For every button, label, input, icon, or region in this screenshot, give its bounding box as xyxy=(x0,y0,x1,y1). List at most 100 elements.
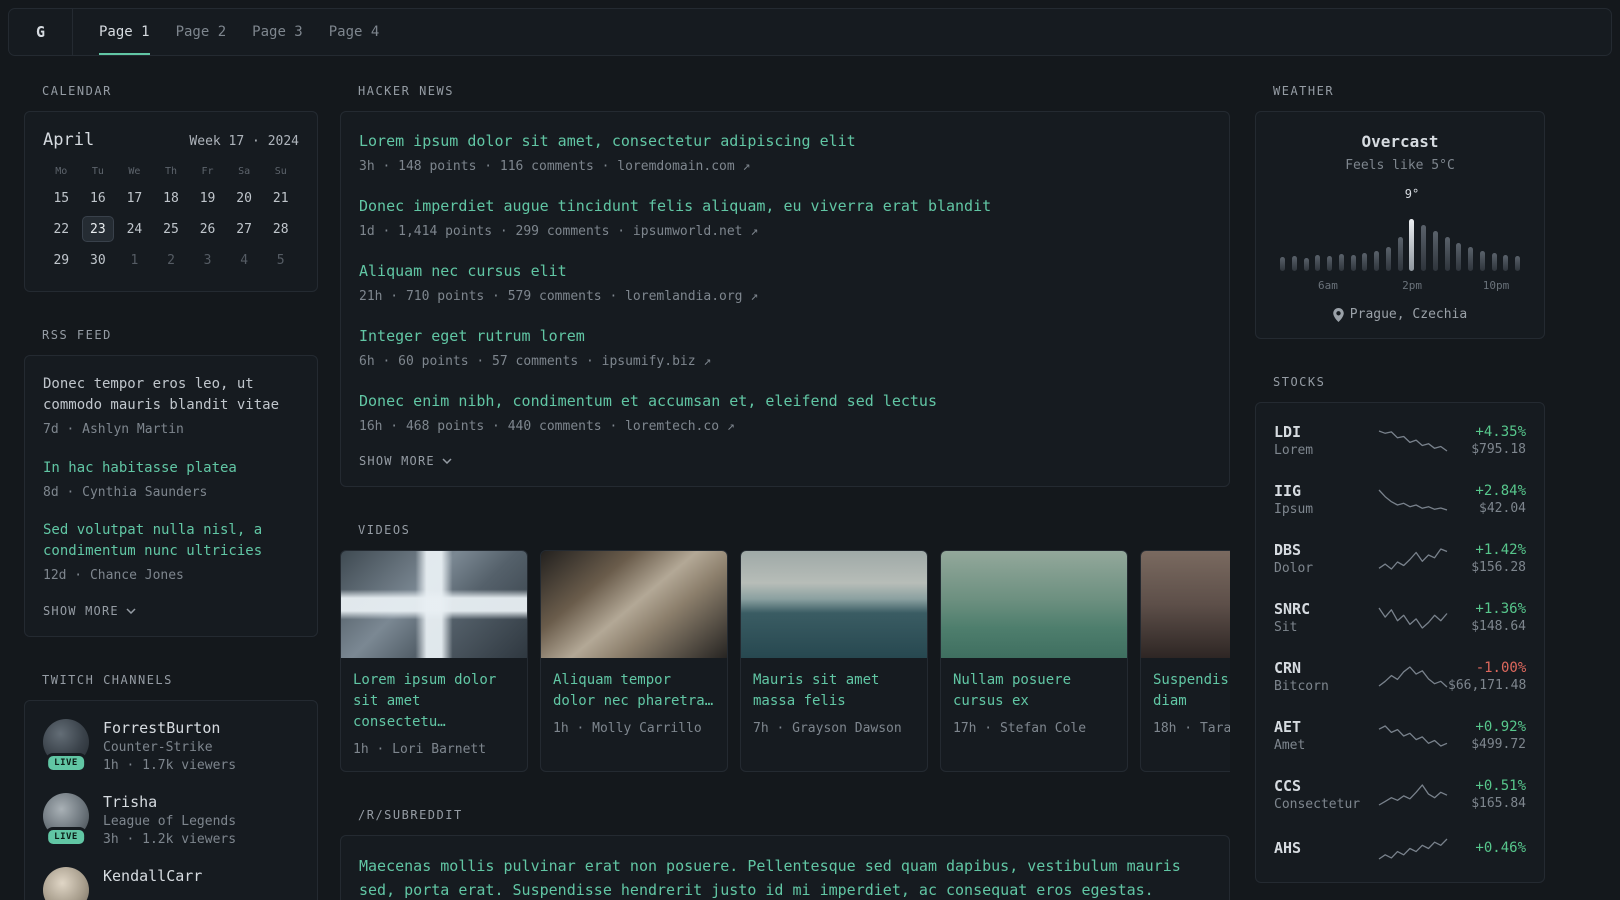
rss-item-title[interactable]: Sed volutpat nulla nisl, a condimentum n… xyxy=(43,520,299,562)
hackernews-list: Lorem ipsum dolor sit amet, consectetur … xyxy=(359,130,1211,436)
stock-symbol: AHS xyxy=(1274,839,1302,857)
subreddit-card: Maecenas mollis pulvinar erat non posuer… xyxy=(340,835,1230,900)
weather-bar xyxy=(1362,253,1368,271)
stock-values: +2.84% $42.04 xyxy=(1448,483,1526,516)
calendar-day: 26 xyxy=(199,221,216,237)
video-card[interactable]: Lorem ipsum dolor sit amet consectetu… 1… xyxy=(340,550,528,772)
hackernews-item: Donec imperdiet augue tincidunt felis al… xyxy=(359,195,1211,241)
logo[interactable]: G xyxy=(9,9,73,55)
stock-sparkline xyxy=(1378,664,1448,690)
videos-row: Lorem ipsum dolor sit amet consectetu… 1… xyxy=(340,550,1230,772)
hackernews-item-title[interactable]: Donec imperdiet augue tincidunt felis al… xyxy=(359,195,1211,218)
hackernews-item: Aliquam nec cursus elit 21h · 710 points… xyxy=(359,260,1211,306)
video-title[interactable]: Lorem ipsum dolor sit amet consectetu… xyxy=(353,670,515,733)
weather-time-labels: 6am 2pm 10pm xyxy=(1274,279,1526,293)
stock-row[interactable]: LDI Lorem +4.35% $795.18 xyxy=(1274,411,1526,470)
stock-id: AET Amet xyxy=(1274,718,1378,753)
video-card[interactable]: Suspendisse diam 18h · Tara xyxy=(1140,550,1230,772)
weather-condition: Overcast xyxy=(1361,132,1439,151)
hackernews-item-title[interactable]: Lorem ipsum dolor sit amet, consectetur … xyxy=(359,130,1211,153)
channel-name[interactable]: Trisha xyxy=(103,793,236,811)
video-title[interactable]: Aliquam tempor dolor nec pharetra… xyxy=(553,670,715,712)
stock-id: SNRC Sit xyxy=(1274,600,1378,635)
twitch-channel[interactable]: LIVE Trisha League of Legends 3h · 1.2k … xyxy=(43,792,299,847)
subreddit-post-title[interactable]: Maecenas mollis pulvinar erat non posuer… xyxy=(359,854,1211,900)
live-badge: LIVE xyxy=(45,826,87,847)
stock-row[interactable]: SNRC Sit +1.36% $148.64 xyxy=(1274,588,1526,647)
rss-show-more-button[interactable]: SHOW MORE xyxy=(43,604,136,618)
rss-item-title[interactable]: In hac habitasse platea xyxy=(43,458,299,479)
weather-card: Overcast Feels like 5°C 9° 6am 2pm 10pm Pr… xyxy=(1255,111,1545,339)
calendar-day: 22 xyxy=(53,221,70,237)
stock-row[interactable]: CCS Consectetur +0.51% $165.84 xyxy=(1274,765,1526,824)
video-title[interactable]: Mauris sit amet massa felis xyxy=(753,670,915,712)
nav-tab[interactable]: Page 4 xyxy=(329,9,380,55)
stock-row[interactable]: DBS Dolor +1.42% $156.28 xyxy=(1274,529,1526,588)
subreddit-widget: /R/SUBREDDIT Maecenas mollis pulvinar er… xyxy=(340,808,1230,900)
location-pin-icon xyxy=(1333,307,1344,322)
calendar-day-grid: 15 16 17 18 19 20 21 22 23 24 25 26 27 28 29 30 1 2 3 4 5 xyxy=(43,185,299,273)
stock-sparkline xyxy=(1378,487,1448,513)
stock-row[interactable]: CRN Bitcorn -1.00% $66,171.48 xyxy=(1274,647,1526,706)
video-thumbnail[interactable] xyxy=(341,551,527,658)
weather-bar xyxy=(1303,258,1309,271)
weather-highlight-label: 9° xyxy=(1404,187,1420,201)
stock-values: +1.36% $148.64 xyxy=(1448,601,1526,634)
stock-name: Amet xyxy=(1274,738,1306,753)
calendar-weekday: Tu xyxy=(91,166,104,177)
stock-row[interactable]: IIG Ipsum +2.84% $42.04 xyxy=(1274,470,1526,529)
stock-name: Consectetur xyxy=(1274,797,1361,812)
stock-sparkline xyxy=(1378,836,1448,862)
rss-widget: RSS FEED Donec tempor eros leo, ut commo… xyxy=(24,328,318,637)
top-bar: G Page 1 Page 2 Page 3 Page 4 xyxy=(8,8,1612,56)
nav-tab[interactable]: Page 2 xyxy=(176,9,227,55)
video-thumbnail[interactable] xyxy=(741,551,927,658)
stock-row[interactable]: AET Amet +0.92% $499.72 xyxy=(1274,706,1526,765)
nav-tab[interactable]: Page 3 xyxy=(252,9,303,55)
video-thumbnail[interactable] xyxy=(541,551,727,658)
calendar-day: 27 xyxy=(236,221,252,237)
hackernews-item-title[interactable]: Donec enim nibh, condimentum et accumsan… xyxy=(359,390,1211,413)
video-thumbnail[interactable] xyxy=(941,551,1127,658)
nav-tab[interactable]: Page 1 xyxy=(99,9,150,55)
weather-bar xyxy=(1444,237,1450,271)
live-badge: LIVE xyxy=(45,752,87,773)
stock-values: +1.42% $156.28 xyxy=(1448,542,1526,575)
stock-change: +1.42% xyxy=(1475,542,1526,558)
calendar-weekday: Fr xyxy=(201,166,214,177)
calendar-weekday-row: Mo Tu We Th Fr Sa Su xyxy=(43,166,299,177)
channel-name[interactable]: ForrestBurton xyxy=(103,719,236,737)
hackernews-show-more-button[interactable]: SHOW MORE xyxy=(359,454,452,468)
stock-sparkline xyxy=(1378,605,1448,631)
video-thumbnail[interactable] xyxy=(1141,551,1230,658)
rss-list: Donec tempor eros leo, ut commodo mauris… xyxy=(43,374,299,586)
weather-feels-like: Feels like 5°C xyxy=(1345,158,1455,173)
video-title[interactable]: Suspendisse diam xyxy=(1153,670,1230,712)
videos-section-title: VIDEOS xyxy=(358,523,411,537)
hackernews-item-title[interactable]: Integer eget rutrum lorem xyxy=(359,325,1211,348)
video-card[interactable]: Mauris sit amet massa felis 7h · Grayson… xyxy=(740,550,928,772)
calendar-widget: CALENDAR April Week 17 · 2024 Mo Tu We Th Fr… xyxy=(24,84,318,292)
stock-values: +0.92% $499.72 xyxy=(1448,719,1526,752)
twitch-card: LIVE ForrestBurton Counter-Strike 1h · 1… xyxy=(24,699,318,900)
hackernews-item-meta: 16h · 468 points · 440 comments · loremt… xyxy=(359,418,735,434)
channel-name[interactable]: KendallCarr xyxy=(103,867,202,885)
twitch-channel[interactable]: LIVE ForrestBurton Counter-Strike 1h · 1… xyxy=(43,718,299,773)
weather-bar xyxy=(1338,254,1344,271)
hackernews-item-title[interactable]: Aliquam nec cursus elit xyxy=(359,260,1211,283)
calendar-day: 28 xyxy=(272,221,289,237)
stock-row[interactable]: AHS +0.46% xyxy=(1274,824,1526,874)
calendar-day: 29 xyxy=(53,252,70,268)
video-meta: 1h · Lori Barnett xyxy=(353,742,487,757)
twitch-channel[interactable]: LIVE KendallCarr xyxy=(43,866,299,900)
video-title[interactable]: Nullam posuere cursus ex xyxy=(953,670,1115,712)
rss-item-title[interactable]: Donec tempor eros leo, ut commodo mauris… xyxy=(43,374,299,416)
video-card[interactable]: Nullam posuere cursus ex 17h · Stefan Co… xyxy=(940,550,1128,772)
stocks-section-title: STOCKS xyxy=(1273,375,1326,389)
stock-id: IIG Ipsum xyxy=(1274,482,1378,517)
stock-values: -1.00% $66,171.48 xyxy=(1448,660,1526,693)
weather-bar xyxy=(1456,243,1462,271)
stock-name: Lorem xyxy=(1274,443,1314,458)
video-card[interactable]: Aliquam tempor dolor nec pharetra… 1h · … xyxy=(540,550,728,772)
calendar-day: 19 xyxy=(199,190,216,206)
